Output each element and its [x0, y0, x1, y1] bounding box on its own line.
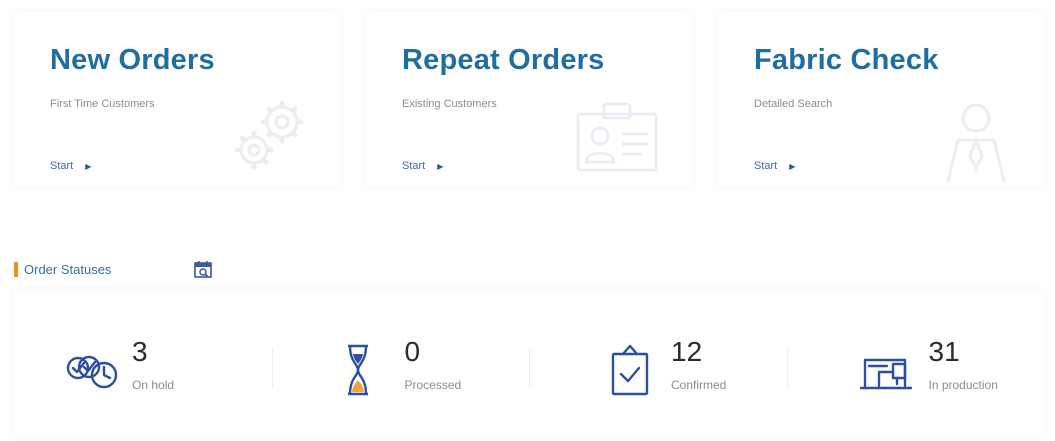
card-title: Repeat Orders: [402, 44, 605, 76]
order-status-panel: 3 On hold 0 Processed 12 Confirmed 31 In…: [14, 290, 1044, 436]
status-label: On hold: [132, 378, 175, 392]
play-arrow-icon: ▶: [437, 161, 444, 171]
status-label: Confirmed: [671, 378, 727, 392]
status-count: 31: [928, 336, 960, 367]
start-label: Start: [754, 160, 778, 172]
repeat-orders-start-link[interactable]: Start ▶: [402, 160, 443, 172]
card-subtitle: Existing Customers: [402, 98, 497, 110]
card-subtitle: First Time Customers: [50, 98, 155, 110]
person-icon: [946, 103, 1006, 182]
checks-clock-icon: [66, 355, 118, 389]
order-cards: New Orders First Time Customers Start ▶: [14, 12, 1044, 187]
new-orders-card[interactable]: New Orders First Time Customers Start ▶: [14, 12, 340, 187]
status-count: 3: [132, 336, 148, 367]
status-count: 12: [671, 336, 703, 367]
order-statuses-header: Order Statuses: [14, 261, 212, 278]
card-subtitle: Detailed Search: [754, 98, 833, 110]
calendar-search-icon[interactable]: [194, 261, 214, 279]
start-label: Start: [50, 160, 74, 172]
repeat-orders-card[interactable]: Repeat Orders Existing Customers Start ▶: [366, 12, 692, 187]
clipboard-check-icon: [611, 344, 649, 396]
hourglass-icon: [347, 344, 368, 396]
sewing-machine-icon: [859, 358, 912, 390]
status-label: In production: [928, 378, 998, 392]
fabric-check-start-link[interactable]: Start ▶: [754, 160, 795, 172]
card-title: New Orders: [50, 44, 215, 76]
fabric-check-card[interactable]: Fabric Check Detailed Search Start ▶: [718, 12, 1044, 187]
section-title: Order Statuses: [24, 262, 112, 277]
status-label: Processed: [404, 378, 462, 392]
id-card-icon: [576, 102, 658, 172]
status-count: 0: [404, 336, 421, 367]
gears-icon: [234, 100, 304, 170]
play-arrow-icon: ▶: [789, 161, 796, 171]
status-on-hold[interactable]: 3 On hold: [14, 290, 272, 436]
status-confirmed[interactable]: 12 Confirmed: [529, 290, 787, 436]
new-orders-start-link[interactable]: Start ▶: [50, 160, 91, 172]
card-title: Fabric Check: [754, 44, 939, 76]
status-in-production[interactable]: 31 In production: [786, 290, 1045, 436]
start-label: Start: [402, 160, 426, 172]
section-accent-bar: [14, 262, 18, 277]
play-arrow-icon: ▶: [85, 161, 92, 171]
status-processed[interactable]: 0 Processed: [271, 290, 530, 436]
